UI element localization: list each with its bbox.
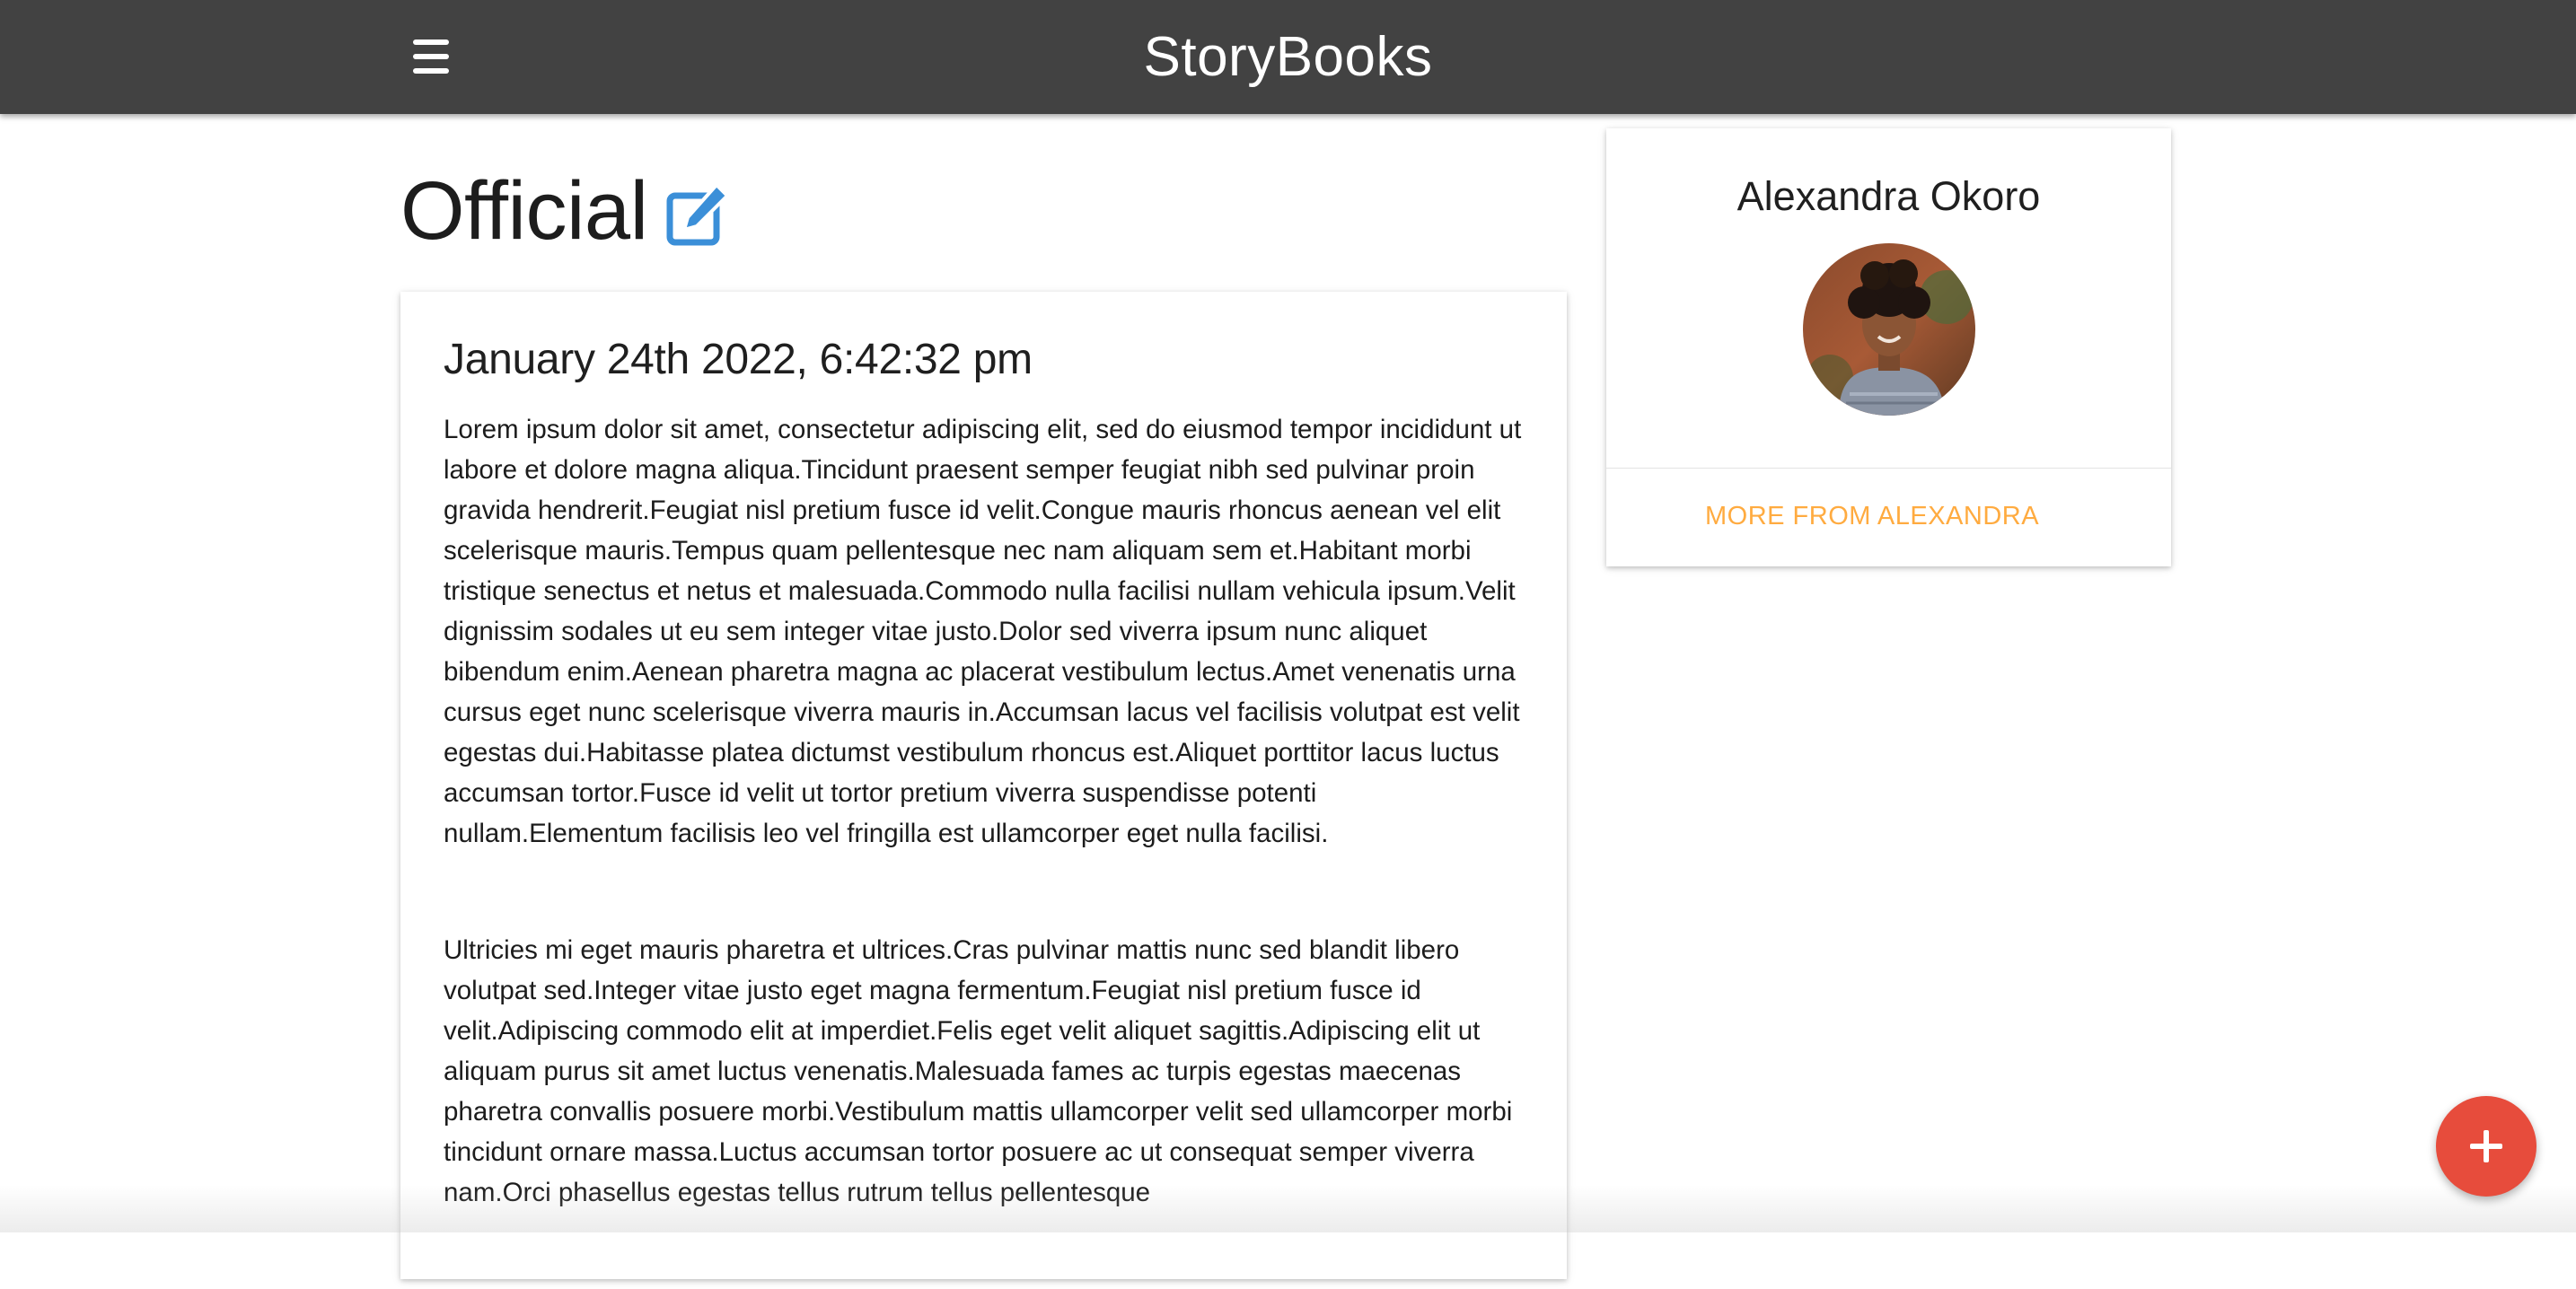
story-paragraph: Ultricies mi eget mauris pharetra et ult… — [444, 935, 1513, 1207]
story-title: Official — [400, 164, 648, 257]
story-body: Lorem ipsum dolor sit amet, consectetur … — [444, 409, 1530, 1289]
add-story-button[interactable] — [2436, 1096, 2536, 1197]
story-date: January 24th 2022, 6:42:32 pm — [444, 336, 1033, 383]
divider — [1606, 468, 2171, 469]
brand-title[interactable]: StoryBooks — [0, 25, 2576, 90]
top-navbar: StoryBooks — [0, 0, 2576, 114]
author-name: Alexandra Okoro — [1736, 173, 2041, 219]
more-from-author-link[interactable]: MORE FROM ALEXANDRA — [1705, 502, 2039, 531]
edit-pencil-icon[interactable] — [664, 183, 729, 248]
author-avatar — [1803, 243, 1975, 416]
story-title-row: Official — [400, 162, 729, 260]
story-paragraph: Lorem ipsum dolor sit amet, consectetur … — [444, 415, 1522, 848]
story-card: January 24th 2022, 6:42:32 pm Lorem ipsu… — [400, 292, 1567, 1279]
avatar-photo — [1803, 243, 1975, 416]
author-card: Alexandra Okoro MORE FROM ALEXANDRA — [1606, 128, 2171, 566]
plus-icon-vertical — [2484, 1130, 2489, 1162]
